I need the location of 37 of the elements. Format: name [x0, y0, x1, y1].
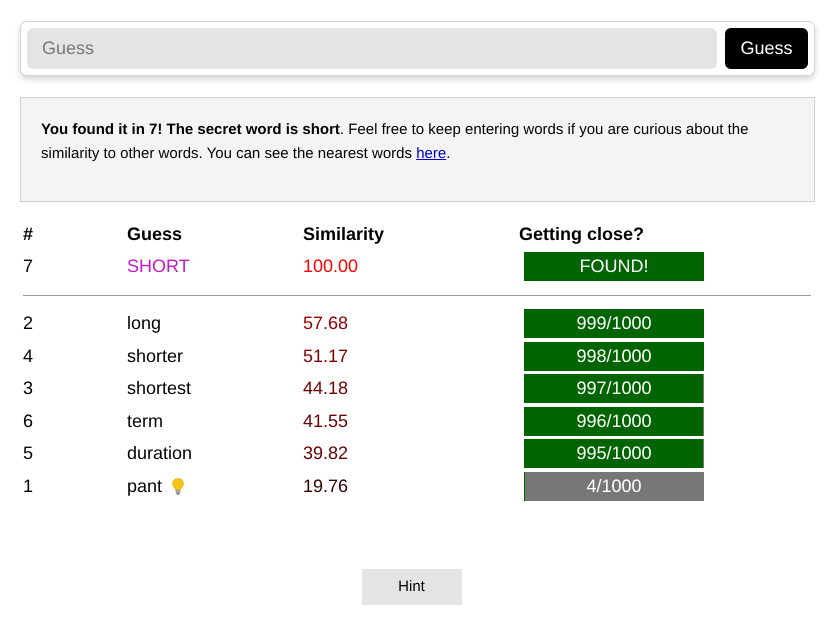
column-header: Similarity [302, 224, 386, 244]
proximity-reading: 995/1000 [576, 443, 652, 464]
proximity-reading: 997/1000 [576, 378, 652, 400]
guess-word: shorter [127, 346, 184, 367]
similarity-score: 51.17 [302, 346, 350, 367]
hint-button[interactable]: Hint [362, 568, 462, 604]
similarity-score: 41.55 [302, 410, 350, 432]
guess-input[interactable]: Guess [27, 28, 717, 69]
guess-word: shortest [127, 378, 192, 400]
guess-number: 1 [22, 476, 34, 497]
proximity-reading: FOUND! [580, 256, 648, 277]
similarity-score: 39.82 [302, 443, 350, 464]
guess-number: 7 [22, 256, 34, 277]
guess-number: 4 [22, 346, 34, 367]
result-message: You found it in 7! The secret word is short. Feel free to keep entering words if you are curious about the similarity to other words. You can see the nearest words here. [41, 120, 750, 164]
guess-word: pant [127, 476, 162, 497]
guess-word: long [127, 313, 162, 334]
proximity-reading: 4/1000 [586, 476, 642, 497]
proximity-reading: 996/1000 [576, 410, 652, 432]
guess-word: duration [127, 443, 192, 464]
column-header: Getting close? [518, 224, 646, 244]
guess-word: term [127, 410, 163, 432]
column-header: # [22, 224, 34, 244]
similarity-score: 44.18 [302, 378, 350, 400]
guess-word: SHORT [127, 256, 190, 277]
proximity-reading: 998/1000 [576, 346, 652, 367]
column-header: Guess [126, 224, 184, 244]
proximity-reading: 999/1000 [576, 313, 652, 334]
guess-number: 2 [22, 313, 34, 334]
guess-number: 3 [22, 378, 34, 400]
similarity-score: 57.68 [302, 313, 350, 334]
similarity-score: 19.76 [302, 476, 350, 497]
guess-number: 5 [22, 443, 34, 464]
guess-number: 6 [22, 410, 34, 432]
guess-button[interactable]: Guess [725, 28, 808, 69]
nearest-words-link[interactable]: here [416, 145, 446, 162]
similarity-score: 100.00 [302, 256, 360, 277]
